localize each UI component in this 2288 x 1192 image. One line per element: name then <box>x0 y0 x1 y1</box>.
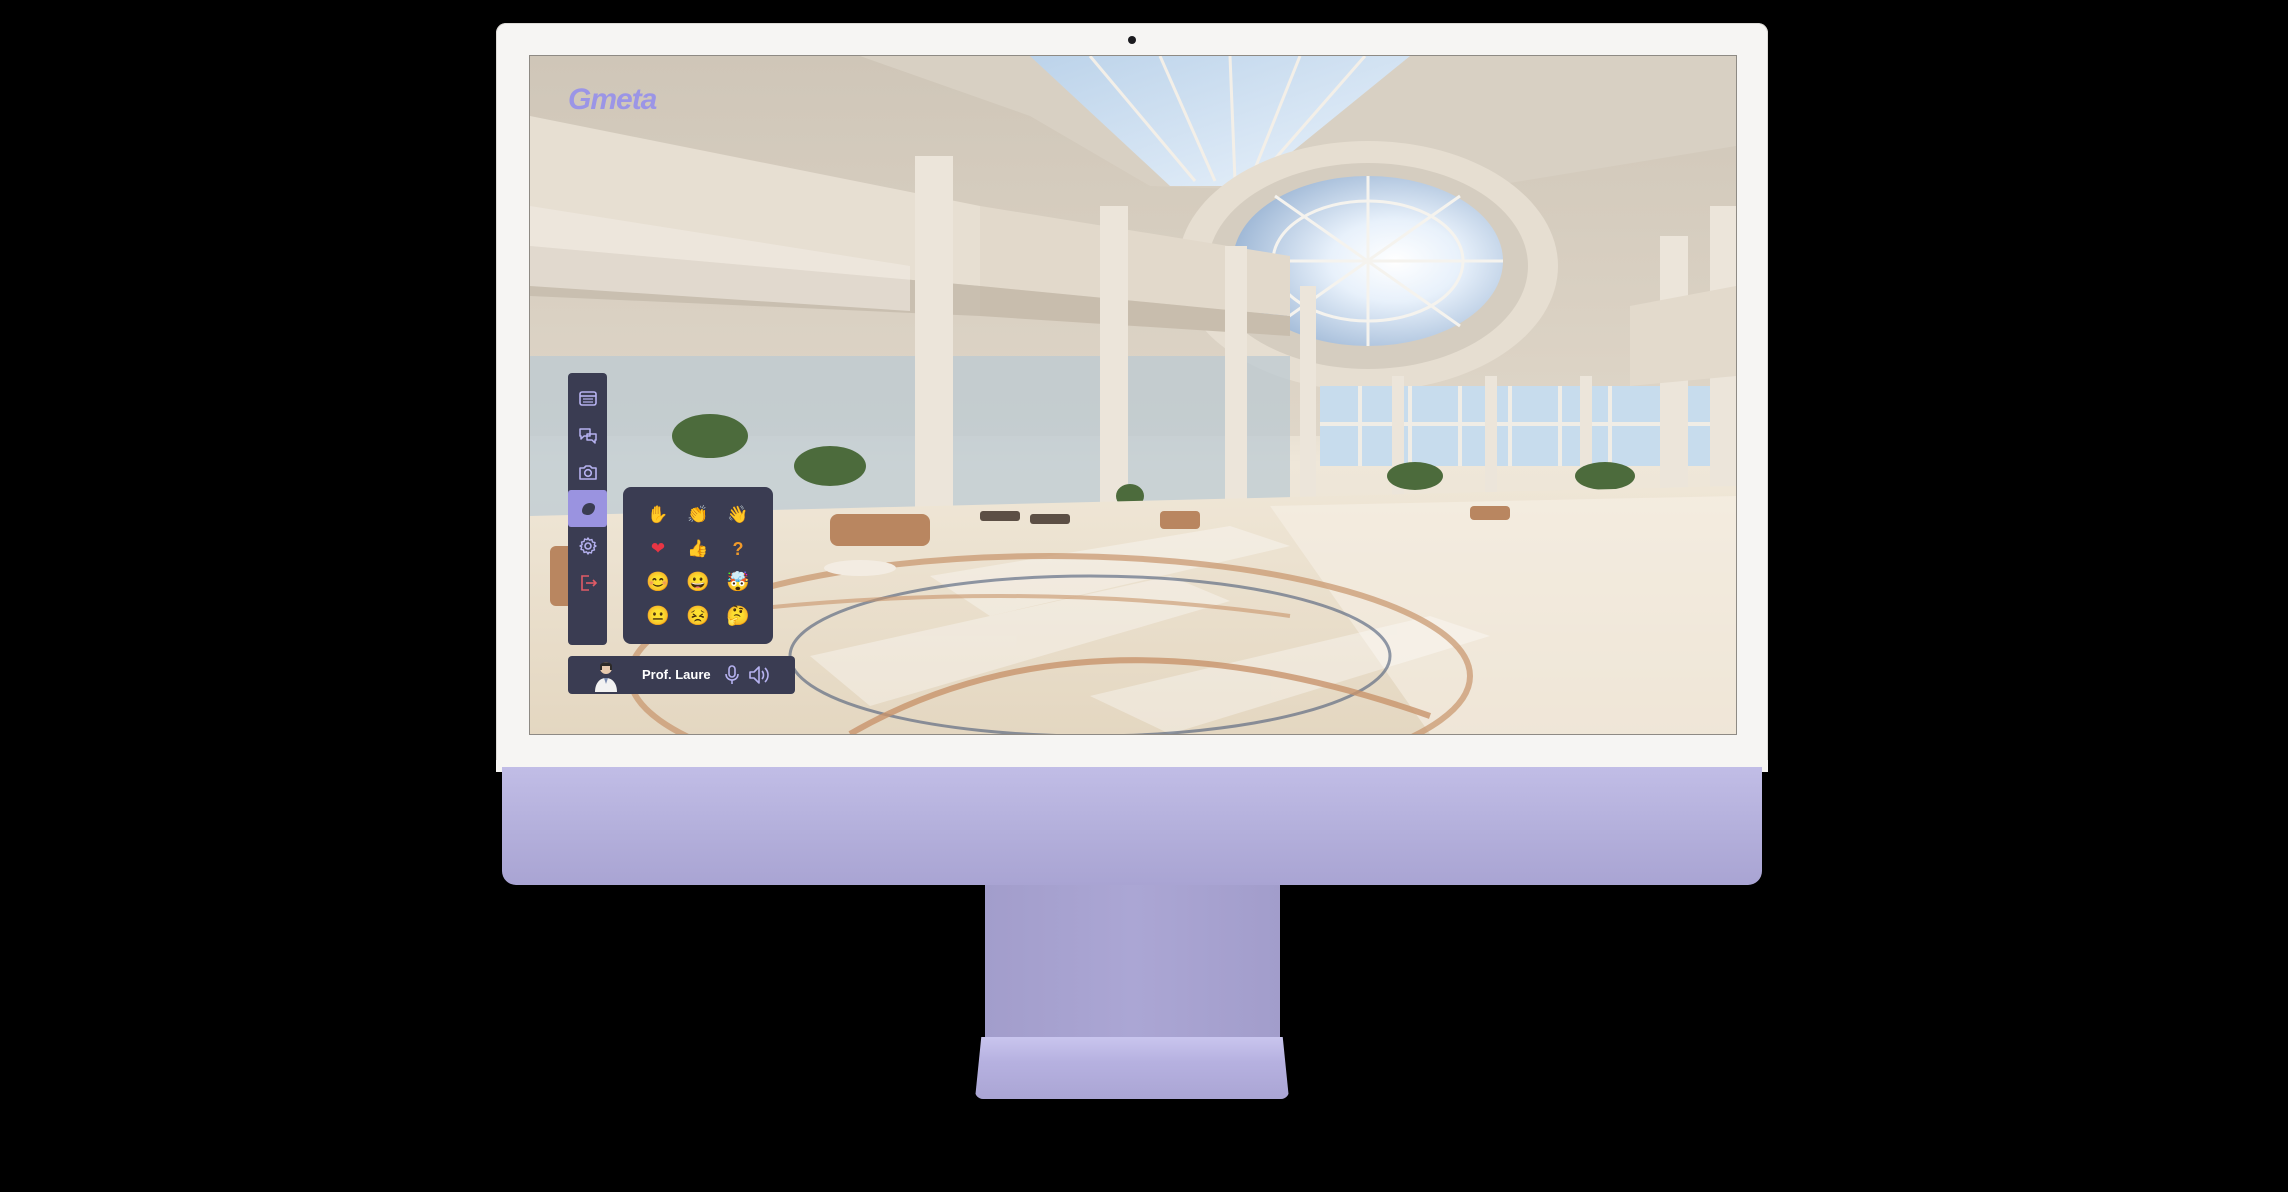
thumbs-up-icon[interactable]: 👍 <box>679 533 717 565</box>
question-mark-icon[interactable]: ? <box>719 533 757 565</box>
monitor-stand-base <box>975 1037 1289 1099</box>
logout-icon <box>580 574 597 591</box>
microphone-icon[interactable] <box>723 665 741 685</box>
monitor-stand-neck <box>985 885 1280 1037</box>
calendar-button[interactable] <box>568 379 607 416</box>
camera-button[interactable] <box>568 453 607 490</box>
grin-emoji-icon[interactable]: 😀 <box>679 567 717 599</box>
app-logo[interactable]: Gmeta <box>568 83 657 117</box>
calendar-icon <box>578 390 597 406</box>
gear-icon <box>578 536 597 555</box>
mind-blown-emoji-icon[interactable]: 🤯 <box>719 567 757 599</box>
clap-icon[interactable]: 👏 <box>679 499 717 531</box>
smile-emoji-icon[interactable]: 😊 <box>639 567 677 599</box>
screen: Gmeta ✋ 👏 👋 ❤ 👍 ? 😊 😀 🤯 😐 😣 🤔 Prof. Laur… <box>529 55 1737 735</box>
heart-icon[interactable]: ❤ <box>639 533 677 565</box>
tired-emoji-icon[interactable]: 😣 <box>679 600 717 632</box>
avatar <box>595 662 617 692</box>
reactions-button[interactable] <box>568 490 607 527</box>
thinking-emoji-icon[interactable]: 🤔 <box>719 600 757 632</box>
side-toolbar <box>568 373 607 645</box>
chat-button[interactable] <box>568 416 607 453</box>
logout-button[interactable] <box>568 564 607 601</box>
raise-hand-icon[interactable]: ✋ <box>639 499 677 531</box>
wave-icon[interactable]: 👋 <box>719 499 757 531</box>
hand-icon <box>581 502 595 515</box>
camera-icon <box>578 464 597 480</box>
monitor-chin <box>502 767 1762 885</box>
webcam <box>1128 36 1136 44</box>
neutral-emoji-icon[interactable]: 😐 <box>639 600 677 632</box>
settings-button[interactable] <box>568 527 607 564</box>
user-name: Prof. Laure <box>642 667 711 682</box>
reactions-panel: ✋ 👏 👋 ❤ 👍 ? 😊 😀 🤯 😐 😣 🤔 <box>623 487 773 644</box>
user-bar: Prof. Laure <box>568 656 795 694</box>
speaker-icon[interactable] <box>748 664 772 686</box>
chat-bubbles-icon <box>578 427 597 444</box>
